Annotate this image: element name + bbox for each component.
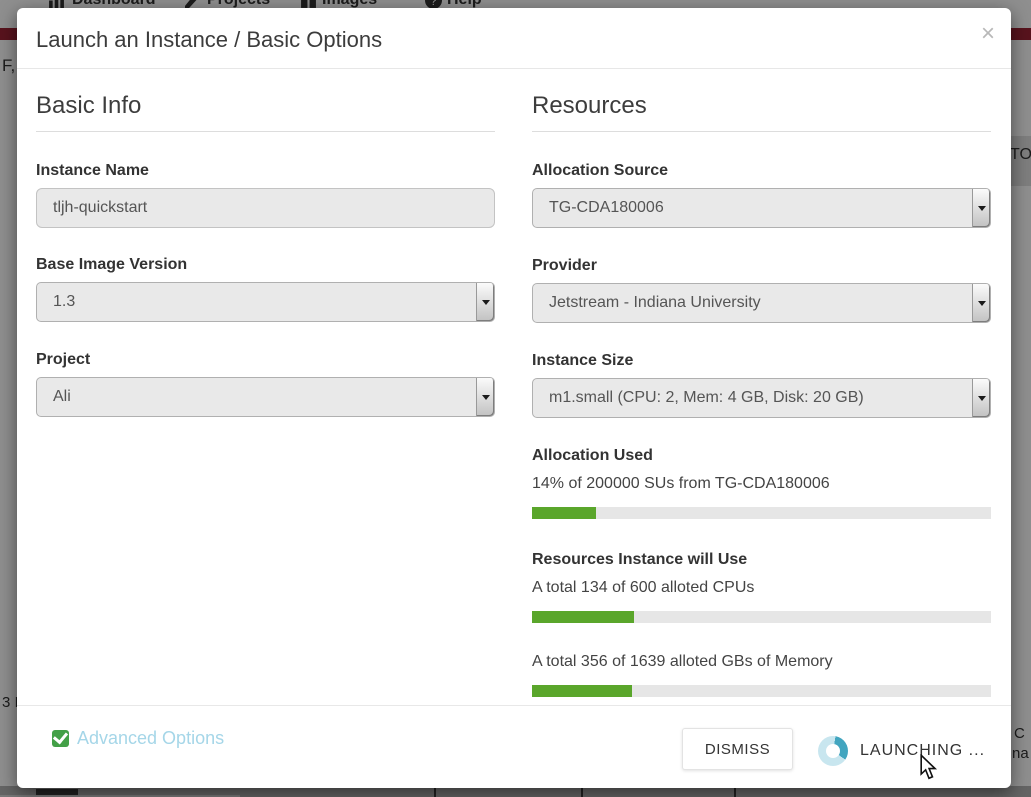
instance-size-label: Instance Size — [532, 352, 991, 370]
header-divider — [17, 68, 1011, 69]
cpu-usage-text: A total 134 of 600 alloted CPUs — [532, 579, 991, 597]
chevron-down-icon — [482, 395, 490, 400]
advanced-options-label: Advanced Options — [77, 728, 224, 749]
allocation-source-label: Allocation Source — [532, 162, 991, 180]
basic-info-section: Basic Info Instance Name Base Image Vers… — [36, 92, 495, 446]
cpu-usage-progress-fill — [532, 611, 634, 623]
allocation-used-progressbar — [532, 507, 991, 519]
allocation-used-text: 14% of 200000 SUs from TG-CDA180006 — [532, 475, 991, 493]
chevron-down-icon — [978, 206, 986, 211]
project-value: Ali — [53, 388, 71, 406]
allocation-used-progress-fill — [532, 507, 596, 519]
project-label: Project — [36, 351, 495, 369]
memory-usage-text: A total 356 of 1639 alloted GBs of Memor… — [532, 653, 991, 671]
memory-usage-progressbar — [532, 685, 991, 697]
instance-size-value: m1.small (CPU: 2, Mem: 4 GB, Disk: 20 GB… — [549, 389, 864, 407]
chevron-down-icon — [978, 301, 986, 306]
dismiss-button[interactable]: DISMISS — [682, 728, 793, 770]
provider-label: Provider — [532, 257, 991, 275]
instance-size-select[interactable]: m1.small (CPU: 2, Mem: 4 GB, Disk: 20 GB… — [532, 378, 991, 418]
memory-usage-progress-fill — [532, 685, 632, 697]
checkbox-checked-icon — [52, 730, 69, 747]
allocation-source-select[interactable]: TG-CDA180006 — [532, 188, 991, 228]
provider-value: Jetstream - Indiana University — [549, 294, 761, 312]
instance-name-input[interactable] — [36, 188, 495, 228]
project-select[interactable]: Ali — [36, 377, 495, 417]
basic-info-heading: Basic Info — [36, 92, 495, 132]
modal-footer: Advanced Options DISMISS LAUNCHING ... — [17, 705, 1011, 788]
resources-section: Resources Allocation Source TG-CDA180006… — [532, 92, 991, 729]
close-icon[interactable]: × — [981, 22, 995, 46]
allocation-used-label: Allocation Used — [532, 447, 991, 465]
launching-button[interactable]: LAUNCHING ... — [818, 736, 985, 766]
chevron-down-icon — [978, 396, 986, 401]
cpu-usage-progressbar — [532, 611, 991, 623]
modal-title: Launch an Instance / Basic Options — [36, 27, 382, 53]
launch-instance-modal: Launch an Instance / Basic Options × Bas… — [17, 8, 1011, 788]
base-image-version-select[interactable]: 1.3 — [36, 282, 495, 322]
provider-select[interactable]: Jetstream - Indiana University — [532, 283, 991, 323]
mouse-cursor — [916, 754, 940, 780]
advanced-options-link[interactable]: Advanced Options — [52, 728, 224, 749]
spinner-icon — [818, 736, 848, 766]
instance-usage-label: Resources Instance will Use — [532, 551, 991, 569]
resources-heading: Resources — [532, 92, 991, 132]
chevron-down-icon — [482, 300, 490, 305]
allocation-source-value: TG-CDA180006 — [549, 199, 664, 217]
base-image-version-value: 1.3 — [53, 293, 75, 311]
instance-name-label: Instance Name — [36, 162, 495, 180]
base-image-version-label: Base Image Version — [36, 256, 495, 274]
